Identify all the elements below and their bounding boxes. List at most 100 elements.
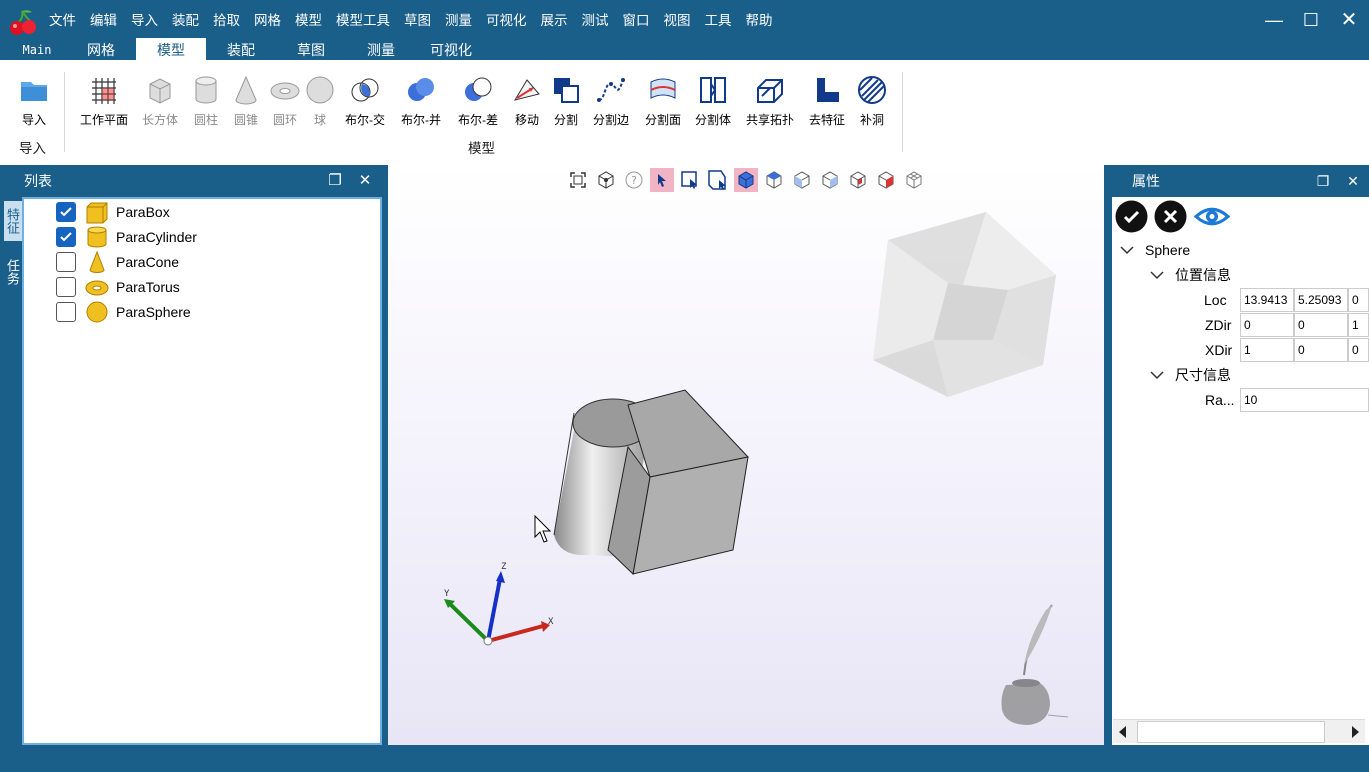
tab-mesh[interactable]: 网格 (66, 38, 136, 60)
checkbox[interactable] (56, 277, 76, 297)
tab-measure[interactable]: 测量 (346, 38, 416, 60)
chevron-down-icon[interactable] (1150, 370, 1164, 380)
shaded-view-icon[interactable] (734, 168, 758, 192)
menu-file[interactable]: 文件 (42, 9, 83, 29)
menu-test[interactable]: 测试 (575, 9, 616, 29)
torus-icon (270, 82, 300, 100)
split-button[interactable]: 分割 (548, 74, 584, 128)
menu-view[interactable]: 视图 (657, 9, 698, 29)
float-panel-icon[interactable]: ❐ (1312, 165, 1334, 197)
close-panel-icon[interactable]: ✕ (1342, 165, 1364, 197)
fit-all-icon[interactable] (566, 168, 590, 192)
menu-measure[interactable]: 测量 (438, 9, 479, 29)
view-iso-red-icon[interactable] (846, 168, 870, 192)
float-panel-icon[interactable]: ❐ (324, 165, 346, 197)
xdir-z-field[interactable]: 0 (1348, 338, 1369, 362)
split-face-button[interactable]: 分割面 (640, 74, 686, 128)
menu-sketch[interactable]: 草图 (397, 9, 438, 29)
select-cursor-icon[interactable] (650, 168, 674, 192)
xdir-x-field[interactable]: 1 (1240, 338, 1294, 362)
tab-sketch[interactable]: 草图 (276, 38, 346, 60)
torus-button[interactable]: 圆环 (266, 74, 304, 128)
box-button[interactable]: 长方体 (140, 74, 180, 128)
loc-x-field[interactable]: 13.9413 (1240, 288, 1294, 312)
view-right-icon[interactable] (818, 168, 842, 192)
chevron-down-icon[interactable] (1150, 270, 1164, 280)
view-top-icon[interactable] (762, 168, 786, 192)
minimize-icon[interactable]: — (1262, 8, 1286, 32)
list-item[interactable]: ParaCylinder (56, 225, 197, 249)
close-panel-icon[interactable]: ✕ (354, 165, 376, 197)
list-item[interactable]: ParaBox (56, 200, 170, 224)
horizontal-scrollbar[interactable] (1113, 719, 1365, 743)
scroll-left-icon[interactable] (1119, 726, 1127, 738)
fill-hole-button[interactable]: 补洞 (852, 74, 892, 128)
list-item[interactable]: ParaSphere (56, 300, 191, 324)
tab-tasks[interactable]: 任务 (4, 249, 22, 295)
tab-features[interactable]: 特征 (4, 201, 22, 241)
cylinder-button[interactable]: 圆柱 (186, 74, 226, 128)
sphere-button[interactable]: 球 (302, 74, 338, 128)
menu-edit[interactable]: 编辑 (83, 9, 124, 29)
radius-field[interactable]: 10 (1240, 388, 1369, 412)
import-button[interactable]: 导入 (14, 74, 54, 128)
view-front-icon[interactable] (790, 168, 814, 192)
box-select-icon[interactable] (678, 168, 702, 192)
maximize-icon[interactable]: ☐ (1299, 8, 1323, 32)
menu-window[interactable]: 窗口 (616, 9, 657, 29)
wireframe-view-icon[interactable] (902, 168, 926, 192)
menu-help[interactable]: 帮助 (739, 9, 780, 29)
bool-union-button[interactable]: 布尔-并 (396, 74, 446, 128)
scrollbar-thumb[interactable] (1137, 721, 1325, 743)
help-icon[interactable]: ? (622, 168, 646, 192)
zdir-y-field[interactable]: 0 (1294, 313, 1348, 337)
cancel-x-icon[interactable] (1154, 200, 1187, 233)
menu-assembly[interactable]: 装配 (165, 9, 206, 29)
loc-y-field[interactable]: 5.25093 (1294, 288, 1348, 312)
menu-show[interactable]: 展示 (534, 9, 575, 29)
checkbox[interactable] (56, 227, 76, 247)
split-edge-button[interactable]: 分割边 (588, 74, 634, 128)
checkbox[interactable] (56, 202, 76, 222)
tab-main[interactable]: Main (8, 38, 66, 60)
menu-model-tools[interactable]: 模型工具 (329, 9, 397, 29)
close-window-icon[interactable]: ✕ (1337, 8, 1361, 32)
menu-model[interactable]: 模型 (288, 9, 329, 29)
cone-button[interactable]: 圆锥 (226, 74, 266, 128)
checkbox[interactable] (56, 302, 76, 322)
menu-mesh[interactable]: 网格 (247, 9, 288, 29)
move-button[interactable]: 移动 (508, 74, 546, 128)
visibility-eye-icon[interactable] (1193, 200, 1231, 233)
position-section[interactable]: 位置信息 (1150, 262, 1231, 287)
shared-topology-button[interactable]: 共享拓扑 (742, 74, 798, 128)
zdir-label: ZDir (1205, 316, 1232, 333)
menu-visualize[interactable]: 可视化 (479, 9, 534, 29)
bool-intersect-button[interactable]: 布尔-交 (340, 74, 390, 128)
checkbox[interactable] (56, 252, 76, 272)
split-body-button[interactable]: 分割体 (692, 74, 734, 128)
object-row[interactable]: Sphere (1120, 237, 1190, 262)
list-item[interactable]: ParaCone (56, 250, 179, 274)
list-item[interactable]: ParaTorus (56, 275, 180, 299)
confirm-check-icon[interactable] (1115, 200, 1148, 233)
3d-viewport[interactable]: ? X Y Z (388, 165, 1104, 745)
tab-visualize[interactable]: 可视化 (416, 38, 486, 60)
scroll-right-icon[interactable] (1351, 726, 1359, 738)
menu-tools[interactable]: 工具 (698, 9, 739, 29)
bool-subtract-button[interactable]: 布尔-差 (453, 74, 503, 128)
zdir-z-field[interactable]: 1 (1348, 313, 1369, 337)
polygon-select-icon[interactable] (706, 168, 730, 192)
menu-pick[interactable]: 拾取 (206, 9, 247, 29)
chevron-down-icon[interactable] (1120, 245, 1134, 255)
tab-assembly[interactable]: 装配 (206, 38, 276, 60)
loc-z-field[interactable]: 0 (1348, 288, 1369, 312)
defeature-button[interactable]: 去特征 (806, 74, 848, 128)
menu-import[interactable]: 导入 (124, 9, 165, 29)
view-cube-icon[interactable] (594, 168, 618, 192)
size-section[interactable]: 尺寸信息 (1150, 362, 1231, 387)
zdir-x-field[interactable]: 0 (1240, 313, 1294, 337)
tab-model[interactable]: 模型 (136, 38, 206, 60)
work-plane-button[interactable]: 工作平面 (76, 74, 132, 128)
view-left-red-icon[interactable] (874, 168, 898, 192)
xdir-y-field[interactable]: 0 (1294, 338, 1348, 362)
